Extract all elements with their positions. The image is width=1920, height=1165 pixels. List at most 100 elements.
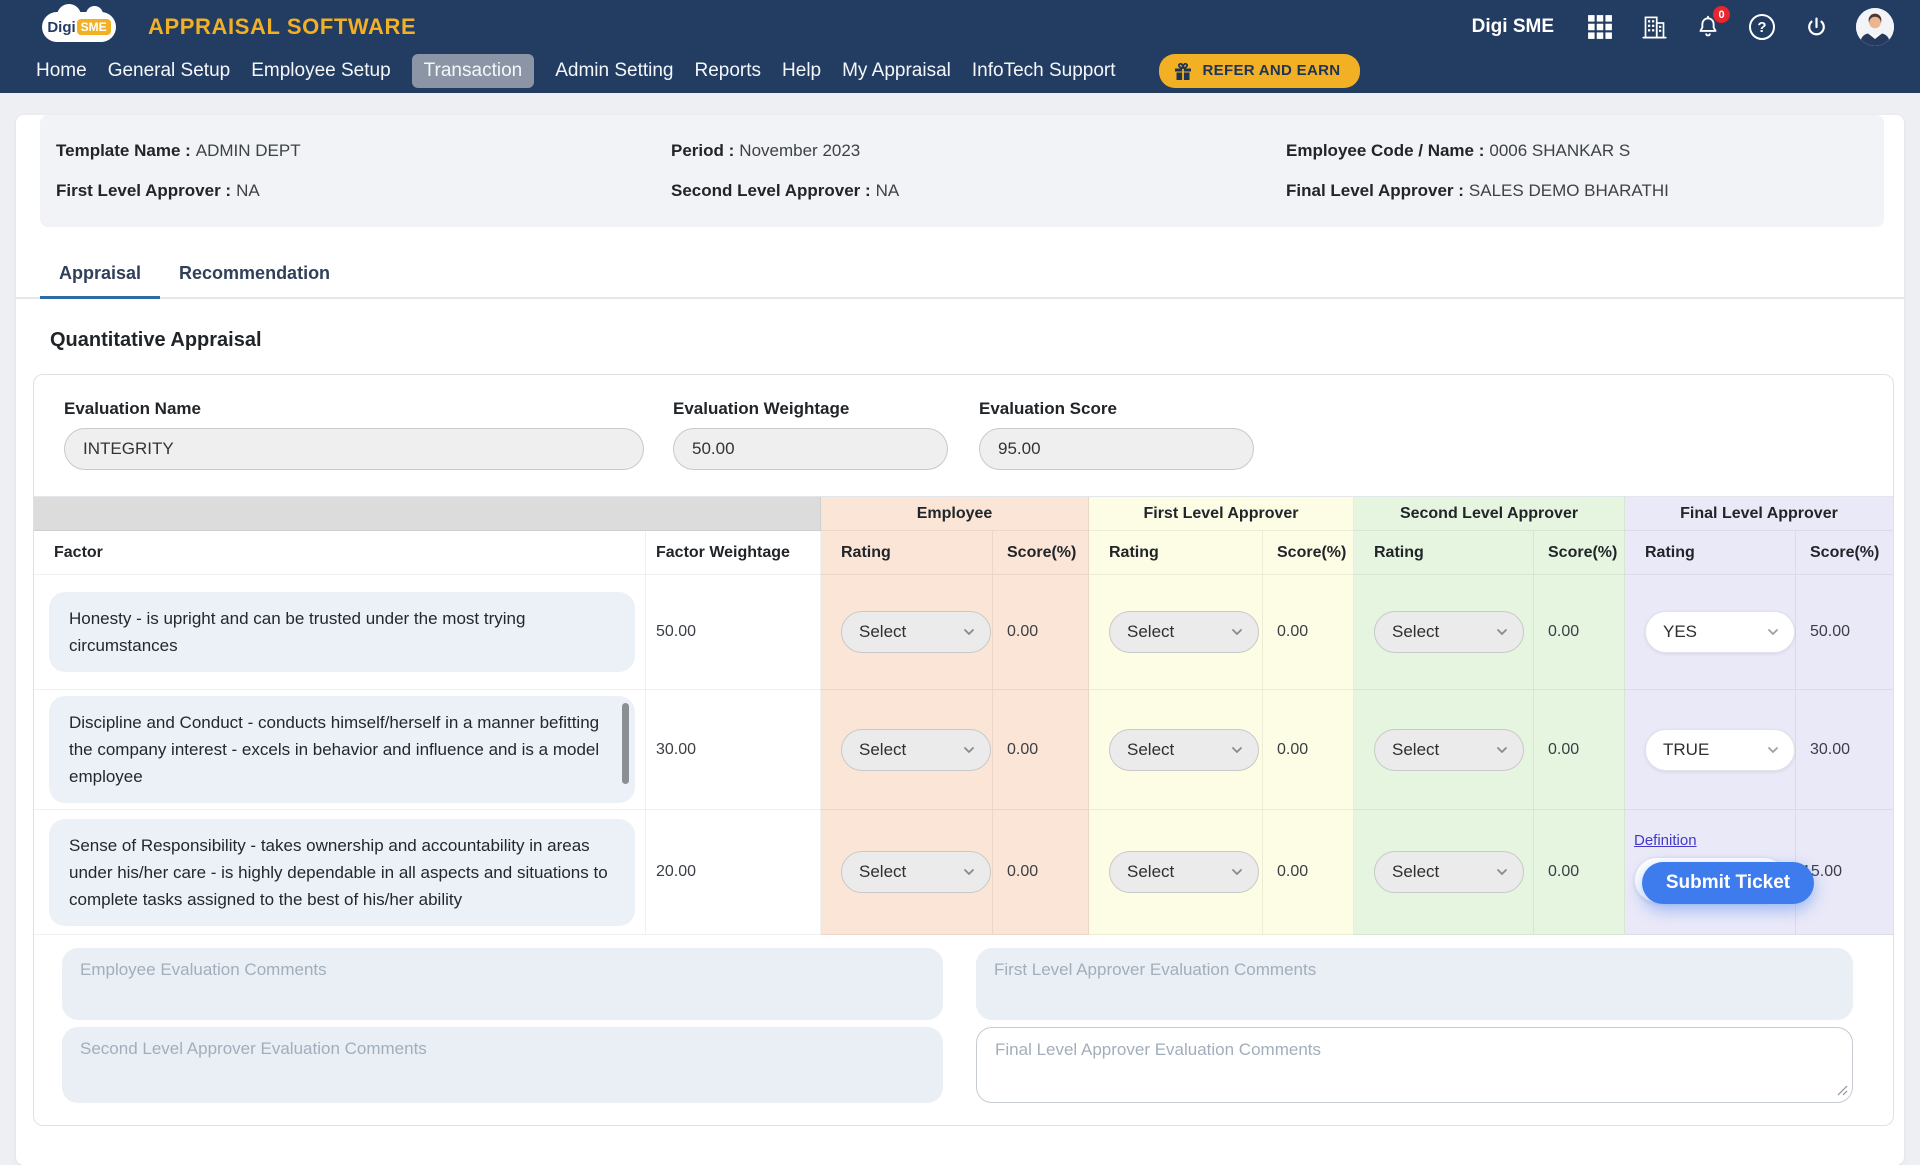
employee-comments-textarea[interactable] — [62, 948, 943, 1020]
col-header-employee-score: Score(%) — [993, 531, 1089, 575]
notification-badge: 0 — [1713, 6, 1730, 23]
col-header-first-score: Score(%) — [1263, 531, 1354, 575]
nav-my-appraisal[interactable]: My Appraisal — [842, 60, 951, 82]
definition-link[interactable]: Definition — [1634, 832, 1697, 849]
refer-and-earn-button[interactable]: REFER AND EARN — [1159, 54, 1361, 88]
user-avatar[interactable] — [1856, 8, 1894, 46]
section-title: Quantitative Appraisal — [50, 329, 1904, 352]
logout-power-icon[interactable] — [1802, 13, 1830, 41]
final-score-row1: 50.00 — [1796, 575, 1893, 690]
employee-rating-select-row1[interactable]: Select — [841, 611, 991, 653]
logo-text: Digi SME — [47, 19, 110, 36]
final-level-comments-textarea[interactable] — [976, 1027, 1853, 1103]
evaluation-score-group: Evaluation Score — [979, 399, 1254, 470]
first-score-row1: 0.00 — [1263, 575, 1354, 690]
nav-help[interactable]: Help — [782, 60, 821, 82]
second-rating-select-row3[interactable]: Select — [1374, 851, 1524, 893]
final-score-row2: 30.00 — [1796, 690, 1893, 810]
second-level-comments-textarea[interactable] — [62, 1027, 943, 1103]
final-rating-select-row2[interactable]: TRUE — [1645, 729, 1795, 771]
final-rating-cell-row2: TRUE — [1625, 690, 1796, 810]
appraisal-info-bar: Template Name :ADMIN DEPT Period :Novemb… — [40, 115, 1884, 227]
factor-cell-row3: Sense of Responsibility - takes ownershi… — [34, 810, 646, 935]
col-header-employee-rating: Rating — [821, 531, 993, 575]
chevron-down-icon — [961, 624, 977, 640]
first-rating-select-row3[interactable]: Select — [1109, 851, 1259, 893]
chevron-down-icon — [1765, 742, 1781, 758]
col-header-first-rating: Rating — [1089, 531, 1263, 575]
tab-appraisal[interactable]: Appraisal — [40, 253, 160, 297]
help-icon[interactable]: ? — [1748, 13, 1776, 41]
col-header-second-rating: Rating — [1354, 531, 1534, 575]
apps-grid-icon[interactable] — [1586, 13, 1614, 41]
nav-admin-setting[interactable]: Admin Setting — [555, 60, 673, 82]
final-rating-select-row1[interactable]: YES — [1645, 611, 1795, 653]
second-rating-cell-row2: Select — [1354, 690, 1534, 810]
nav-infotech-support[interactable]: InfoTech Support — [972, 60, 1116, 82]
content-card: Template Name :ADMIN DEPT Period :Novemb… — [16, 115, 1904, 1165]
factor-cell-row1: Honesty - is upright and can be trusted … — [34, 575, 646, 690]
evaluation-weightage-input[interactable] — [673, 428, 948, 470]
period-field: Period :November 2023 — [671, 141, 1286, 161]
employee-rating-select-row2[interactable]: Select — [841, 729, 991, 771]
employee-rating-cell-row2: Select — [821, 690, 993, 810]
gift-icon — [1172, 60, 1194, 82]
digisme-logo[interactable]: Digi SME — [42, 12, 116, 42]
nav-transaction[interactable]: Transaction — [412, 54, 535, 88]
factor-scrollbar[interactable] — [622, 703, 629, 784]
chevron-down-icon — [1229, 624, 1245, 640]
logo-digi: Digi — [47, 19, 75, 36]
employee-score-row1: 0.00 — [993, 575, 1089, 690]
first-rating-select-row1[interactable]: Select — [1109, 611, 1259, 653]
weightage-row3: 20.00 — [646, 810, 821, 935]
evaluation-score-input[interactable] — [979, 428, 1254, 470]
group-header-first-level: First Level Approver — [1089, 497, 1354, 531]
first-level-comments-textarea[interactable] — [976, 948, 1853, 1020]
col-header-final-rating: Rating — [1625, 531, 1796, 575]
evaluation-weightage-group: Evaluation Weightage — [673, 399, 948, 470]
col-header-factor-weightage: Factor Weightage — [646, 531, 821, 575]
weightage-row2: 30.00 — [646, 690, 821, 810]
second-rating-select-row2[interactable]: Select — [1374, 729, 1524, 771]
chevron-down-icon — [1765, 624, 1781, 640]
evaluation-name-label: Evaluation Name — [64, 399, 644, 419]
submit-ticket-button[interactable]: Submit Ticket — [1642, 862, 1814, 904]
account-name: Digi SME — [1472, 16, 1554, 38]
chevron-down-icon — [961, 742, 977, 758]
col-header-second-score: Score(%) — [1534, 531, 1625, 575]
second-rating-cell-row1: Select — [1354, 575, 1534, 690]
main-nav: Home General Setup Employee Setup Transa… — [0, 48, 1920, 93]
second-rating-select-row1[interactable]: Select — [1374, 611, 1524, 653]
evaluation-fields: Evaluation Name Evaluation Weightage Eva… — [34, 399, 1893, 470]
resize-handle-icon[interactable] — [1837, 1085, 1848, 1096]
factor-text-row2: Discipline and Conduct - conducts himsel… — [49, 696, 635, 803]
employee-rating-select-row3[interactable]: Select — [841, 851, 991, 893]
first-rating-select-row2[interactable]: Select — [1109, 729, 1259, 771]
notifications-bell-icon[interactable]: 0 — [1694, 13, 1722, 41]
first-level-approver-field: First Level Approver :NA — [56, 181, 671, 201]
tab-recommendation[interactable]: Recommendation — [160, 253, 349, 297]
template-name-field: Template Name :ADMIN DEPT — [56, 141, 671, 161]
nav-reports[interactable]: Reports — [695, 60, 762, 82]
company-building-icon[interactable] — [1640, 13, 1668, 41]
tab-bar: Appraisal Recommendation — [16, 253, 1904, 299]
header-top-row: Digi SME APPRAISAL SOFTWARE Digi SME — [0, 0, 1920, 48]
final-comments-wrapper — [976, 1027, 1853, 1103]
first-rating-cell-row2: Select — [1089, 690, 1263, 810]
evaluation-score-label: Evaluation Score — [979, 399, 1254, 419]
second-rating-cell-row3: Select — [1354, 810, 1534, 935]
evaluation-name-input[interactable] — [64, 428, 644, 470]
employee-code-name-field: Employee Code / Name :0006 SHANKAR S — [1286, 141, 1884, 161]
col-header-factor: Factor — [34, 531, 646, 575]
app-title: APPRAISAL SOFTWARE — [148, 14, 416, 40]
header-actions: Digi SME — [1472, 8, 1894, 46]
nav-home[interactable]: Home — [36, 60, 87, 82]
factor-text-row3: Sense of Responsibility - takes ownershi… — [49, 819, 635, 926]
nav-general-setup[interactable]: General Setup — [108, 60, 231, 82]
weightage-row1: 50.00 — [646, 575, 821, 690]
final-rating-cell-row1: YES — [1625, 575, 1796, 690]
chevron-down-icon — [1494, 624, 1510, 640]
employee-rating-cell-row1: Select — [821, 575, 993, 690]
nav-employee-setup[interactable]: Employee Setup — [251, 60, 390, 82]
chevron-down-icon — [1229, 742, 1245, 758]
